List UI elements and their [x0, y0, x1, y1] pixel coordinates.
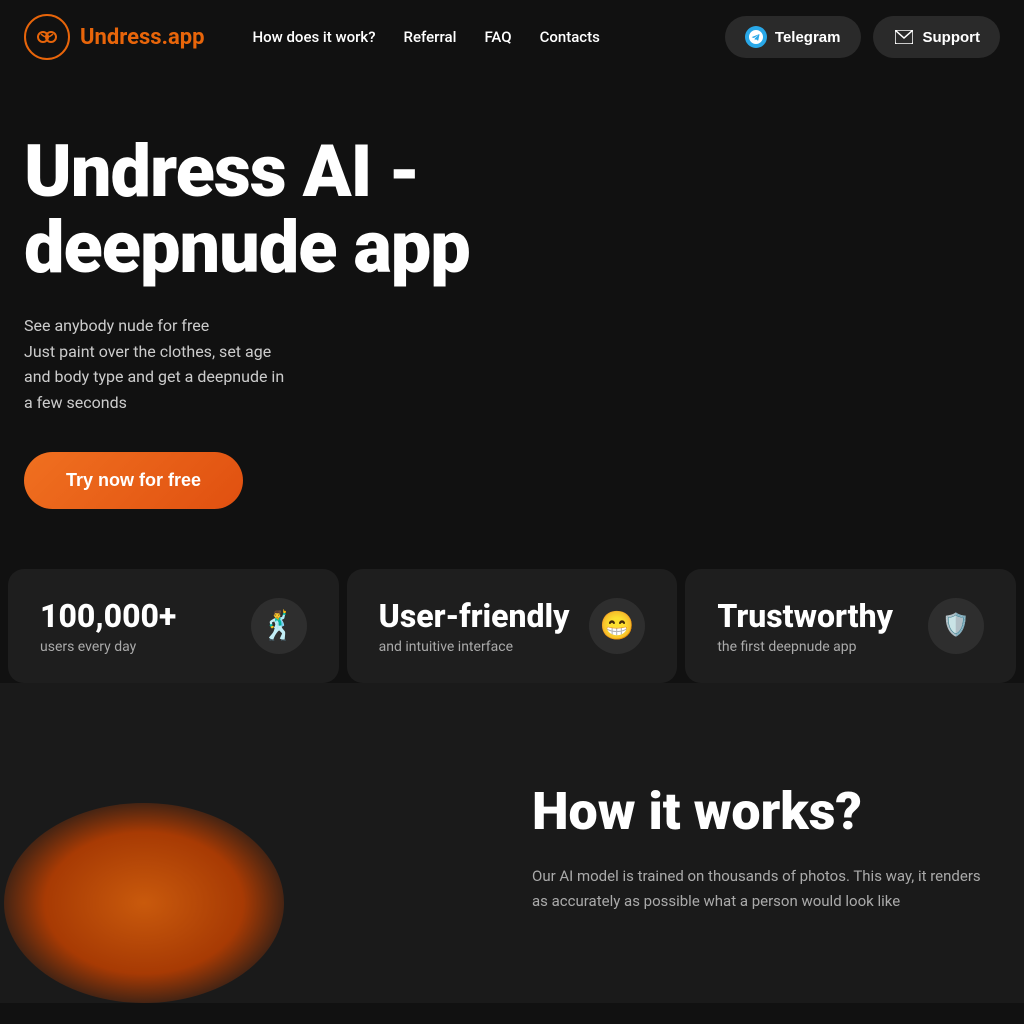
nav-link-contacts[interactable]: Contacts [540, 28, 600, 46]
stat-content-users: 100,000+ users every day [40, 597, 176, 655]
stat-number-users: 100,000+ [40, 597, 176, 635]
stat-content-trustworthy: Trustworthy the first deepnude app [717, 597, 893, 655]
cta-button[interactable]: Try now for free [24, 452, 243, 509]
lower-right: How it works? Our AI model is trained on… [532, 763, 1000, 963]
hero-description: See anybody nude for free Just paint ove… [24, 313, 384, 415]
logo-link[interactable]: Undress.app [24, 14, 204, 60]
stats-wrapper: 100,000+ users every day 🕺 User-friendly… [0, 569, 1024, 683]
telegram-button[interactable]: Telegram [725, 16, 861, 58]
stat-number-friendly: User-friendly [379, 597, 570, 635]
nav-links: How does it work? Referral FAQ Contacts [252, 28, 599, 46]
nav-actions: Telegram Support [725, 16, 1000, 58]
stat-content-friendly: User-friendly and intuitive interface [379, 597, 570, 655]
mail-icon [893, 26, 915, 48]
stat-number-trustworthy: Trustworthy [717, 597, 893, 635]
stat-card-trustworthy: Trustworthy the first deepnude app 🛡️ [685, 569, 1016, 683]
navbar: Undress.app How does it work? Referral F… [0, 0, 1024, 74]
hero-section: Undress AI - deepnude app See anybody nu… [0, 74, 1024, 509]
telegram-label: Telegram [775, 29, 841, 46]
brand-text: Undress.app [80, 25, 204, 50]
support-label: Support [923, 29, 981, 46]
how-it-works-section: How it works? Our AI model is trained on… [0, 683, 1024, 1003]
stat-label-users: users every day [40, 639, 176, 655]
how-it-works-description: Our AI model is trained on thousands of … [532, 864, 1000, 915]
stats-section: 100,000+ users every day 🕺 User-friendly… [8, 569, 1016, 683]
orange-blob-decoration [4, 803, 284, 1003]
stat-emoji-friendly: 😁 [589, 598, 645, 654]
logo-icon [24, 14, 70, 60]
how-it-works-title: How it works? [532, 783, 1000, 840]
lower-left [24, 763, 492, 963]
stat-emoji-trustworthy: 🛡️ [928, 598, 984, 654]
stat-card-friendly: User-friendly and intuitive interface 😁 [347, 569, 678, 683]
nav-link-how-it-works[interactable]: How does it work? [252, 28, 375, 46]
stat-card-users: 100,000+ users every day 🕺 [8, 569, 339, 683]
support-button[interactable]: Support [873, 16, 1001, 58]
telegram-icon [745, 26, 767, 48]
nav-link-faq[interactable]: FAQ [484, 28, 511, 46]
nav-link-referral[interactable]: Referral [404, 28, 457, 46]
stat-emoji-users: 🕺 [251, 598, 307, 654]
stat-label-friendly: and intuitive interface [379, 639, 570, 655]
stat-label-trustworthy: the first deepnude app [717, 639, 893, 655]
hero-title: Undress AI - deepnude app [24, 134, 544, 285]
